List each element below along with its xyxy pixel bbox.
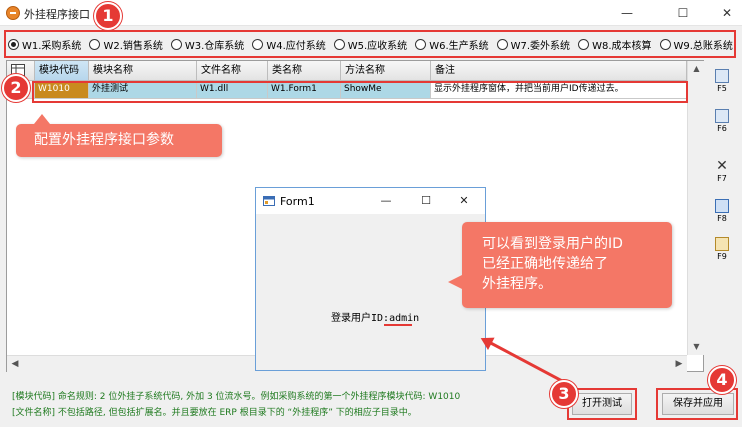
minimize-button[interactable]: — [604,0,650,26]
scroll-down-icon[interactable]: ▼ [688,339,705,355]
column-header-file[interactable]: 文件名称 [197,61,268,81]
login-user-display: 登录用户ID:admin [331,309,419,324]
info-file-name-rule: [文件名称] 不包括路径, 但包括扩展名。并且要放在 ERP 根目录下的 “外挂… [12,408,417,418]
close-button[interactable]: ✕ [704,0,742,26]
app-icon [6,6,20,20]
scroll-right-icon[interactable]: ▶ [671,356,687,373]
form1-title: Form1 [280,195,315,208]
annotation-underline [384,324,412,326]
radio-label: W8.成本核算 [592,40,652,52]
toolbar-key-label: F9 [717,252,727,261]
radio-indicator[interactable] [333,38,345,50]
radio-indicator[interactable] [496,38,508,50]
grid-header: 模块代码 模块名称 文件名称 类名称 方法名称 备注 [7,61,687,81]
radio-subsystem-w2[interactable]: W2.销售系统 [89,37,163,52]
column-header-class[interactable]: 类名称 [268,61,341,81]
radio-subsystem-w5[interactable]: W5.应收系统 [333,37,408,52]
scroll-up-icon[interactable]: ▲ [688,61,705,77]
copy-icon [715,199,729,213]
save-apply-button[interactable]: 保存并应用 [662,393,734,415]
login-user-label: 登录用户ID: [331,313,390,324]
login-user-value: admin [389,313,420,324]
form1-maximize-button[interactable]: ☐ [414,191,438,211]
toolbar-key-label: F5 [717,84,727,93]
radio-subsystem-w6[interactable]: W6.生产系统 [415,37,489,52]
toolbar-button-f8[interactable]: F8 [707,196,737,232]
window-title: 外挂程序接口 [24,8,90,21]
table-row[interactable]: W1010 外挂测试 W1.dll W1.Form1 ShowMe 显示外挂程序… [7,81,687,99]
cell-method[interactable]: ShowMe [341,81,431,99]
form1-minimize-button[interactable]: — [374,191,398,211]
radio-label: W5.应收系统 [347,40,408,52]
radio-subsystem-w7[interactable]: W7.委外系统 [496,37,571,52]
callout-line: 已经正确地传递给了 [482,256,608,272]
radio-label: W2.销售系统 [103,40,163,52]
open-test-button[interactable]: 打开测试 [572,393,632,415]
info-module-code-rule: [模块代码] 命名规则: 2 位外挂子系统代码, 外加 3 位流水号。例如采购系… [12,392,461,402]
callout-configure: 配置外挂程序接口参数 [16,114,222,157]
radio-subsystem-w9[interactable]: W9.总账系统 [659,37,733,52]
form-icon [263,196,275,206]
cell-class[interactable]: W1.Form1 [268,81,341,99]
column-header-name[interactable]: 模块名称 [89,61,197,81]
radio-indicator[interactable] [89,38,101,50]
radio-indicator[interactable] [659,38,671,50]
annotation-number-2: 2 [2,74,30,102]
annotation-number-3: 3 [550,380,578,408]
toolbar-button-f7[interactable]: ✕ F7 [707,156,737,192]
radio-subsystem-w3[interactable]: W3.仓库系统 [170,37,245,52]
radio-indicator[interactable] [170,38,182,50]
radio-label: W3.仓库系统 [184,40,245,52]
annotation-number-4: 4 [708,366,736,394]
toolbar-button-f6[interactable]: F6 [707,106,737,142]
column-header-note[interactable]: 备注 [431,61,687,81]
toolbar-key-label: F6 [717,124,727,133]
toolbar-key-label: F7 [717,174,727,183]
subsystem-radio-group: W1.采购系统 W2.销售系统 W3.仓库系统 W4.应付系统 W5.应收系统 … [8,34,733,54]
radio-label: W4.应付系统 [266,40,326,52]
insert-row-icon [715,109,729,123]
maximize-button[interactable]: ☐ [660,0,706,26]
annotation-number-1: 1 [94,2,122,30]
form1-title-bar: Form1 — ☐ ✕ [256,188,485,214]
radio-label: W1.采购系统 [22,40,82,52]
cell-note[interactable]: 显示外挂程序窗体，并把当前用户ID传递过去。 [431,81,687,99]
radio-subsystem-w8[interactable]: W8.成本核算 [578,37,652,52]
form1-close-button[interactable]: ✕ [452,191,476,211]
right-toolbar: F5 F6 ✕ F7 F8 F9 [707,60,737,372]
radio-indicator[interactable] [578,38,590,50]
delete-icon: ✕ [716,158,728,174]
radio-subsystem-w4[interactable]: W4.应付系统 [252,37,326,52]
callout-line: 可以看到登录用户的ID [482,236,623,252]
vertical-scrollbar[interactable]: ▲ ▼ [687,61,704,355]
cell-code[interactable]: W1010 [35,81,89,99]
callout-line: 外挂程序。 [482,276,552,292]
column-header-code[interactable]: 模块代码 [35,61,89,81]
scroll-left-icon[interactable]: ◀ [7,356,23,373]
toolbar-key-label: F8 [717,214,727,223]
radio-label: W6.生产系统 [429,40,489,52]
radio-indicator[interactable] [252,38,264,50]
radio-indicator[interactable] [8,38,19,50]
paste-icon [715,237,729,251]
radio-label: W7.委外系统 [510,40,571,52]
cell-name[interactable]: 外挂测试 [89,81,197,99]
cell-file[interactable]: W1.dll [197,81,268,99]
radio-label: W9.总账系统 [673,40,733,52]
radio-subsystem-w1[interactable]: W1.采购系统 [8,37,81,52]
column-header-method[interactable]: 方法名称 [341,61,431,81]
toolbar-button-f5[interactable]: F5 [707,66,737,102]
callout-user-id-passed: 可以看到登录用户的ID 已经正确地传递给了 外挂程序。 [448,222,672,308]
toolbar-button-f9[interactable]: F9 [707,234,737,270]
radio-indicator[interactable] [415,38,427,50]
add-row-icon [715,69,729,83]
